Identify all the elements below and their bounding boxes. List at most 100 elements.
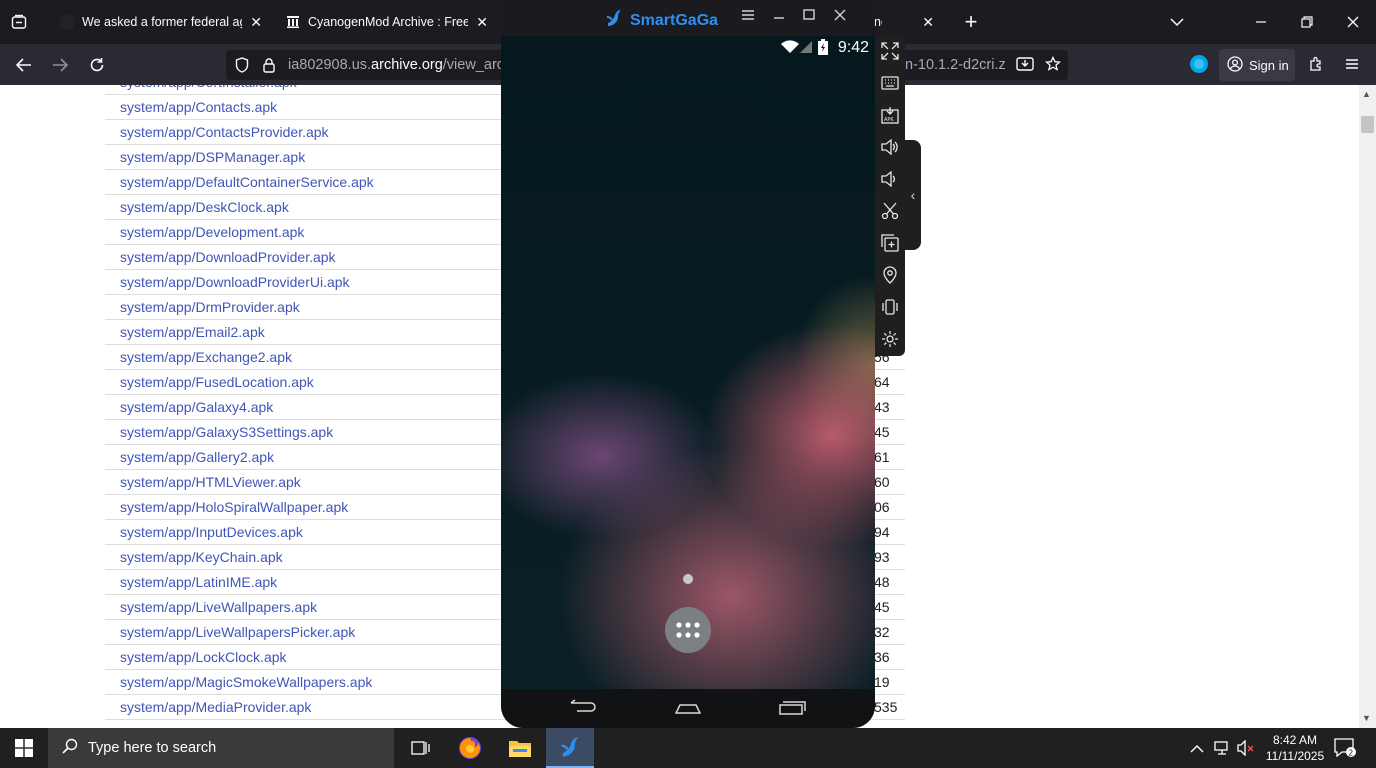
extensions-icon[interactable] — [1301, 49, 1331, 79]
bookmark-star-icon[interactable] — [1038, 49, 1068, 79]
restore-window-icon[interactable] — [1292, 7, 1322, 37]
windows-start-button[interactable] — [0, 728, 48, 768]
android-home-icon[interactable] — [674, 699, 702, 717]
scrollbar-thumb[interactable] — [1361, 116, 1374, 133]
tab-news-article[interactable]: We asked a former federal agen ✕ — [50, 4, 272, 40]
android-back-icon[interactable] — [569, 699, 597, 717]
fullscreen-icon[interactable] — [879, 40, 901, 62]
close-tab-icon[interactable]: ✕ — [476, 14, 488, 31]
android-recent-apps-icon[interactable] — [778, 699, 806, 717]
smartgaga-taskbar-icon[interactable] — [546, 728, 594, 768]
emulator-maximize-icon[interactable] — [803, 8, 815, 25]
lock-icon[interactable] — [254, 50, 284, 80]
volume-up-icon[interactable] — [879, 136, 901, 158]
minimize-window-icon[interactable] — [1246, 7, 1276, 37]
file-link[interactable]: system/app/InputDevices.apk — [120, 524, 303, 540]
save-to-pocket-icon[interactable] — [1010, 49, 1040, 79]
file-link[interactable]: system/app/LockClock.apk — [120, 649, 287, 665]
emulator-menu-icon[interactable] — [741, 8, 755, 25]
file-link[interactable]: system/app/DSPManager.apk — [120, 149, 305, 165]
file-link[interactable]: system/app/DownloadProvider.apk — [120, 249, 336, 265]
file-link[interactable]: system/app/HTMLViewer.apk — [120, 474, 301, 490]
close-tab-icon[interactable]: ✕ — [250, 14, 262, 31]
tab-third[interactable]: no ✕ — [864, 4, 944, 40]
sign-in-button[interactable]: Sign in — [1219, 49, 1295, 81]
emulator-side-toolbar: APK — [875, 36, 905, 356]
app-drawer-button[interactable] — [665, 607, 711, 653]
keyboard-icon[interactable] — [879, 72, 901, 94]
file-size: 32 — [874, 624, 890, 640]
account-avatar-icon[interactable] — [1184, 49, 1214, 79]
list-all-tabs-icon[interactable] — [1162, 7, 1192, 37]
file-link[interactable]: system/app/DeskClock.apk — [120, 199, 289, 215]
firefox-taskbar-icon[interactable] — [446, 728, 494, 768]
volume-down-icon[interactable] — [879, 168, 901, 190]
android-clock: 9:42 — [837, 39, 869, 56]
location-icon[interactable] — [879, 264, 901, 286]
emulator-minimize-icon[interactable] — [773, 8, 785, 25]
taskbar-search-box[interactable]: Type here to search — [48, 728, 394, 768]
settings-icon[interactable] — [879, 328, 901, 350]
forward-arrow-icon[interactable] — [45, 50, 75, 80]
back-arrow-icon[interactable] — [9, 50, 39, 80]
user-icon — [1227, 55, 1243, 75]
close-window-icon[interactable] — [1338, 7, 1368, 37]
file-link[interactable]: system/app/Contacts.apk — [120, 99, 277, 115]
file-link[interactable]: system/app/DownloadProviderUi.apk — [120, 274, 350, 290]
file-link[interactable]: system/app/Gallery2.apk — [120, 449, 274, 465]
network-icon[interactable] — [1213, 740, 1231, 761]
file-link[interactable]: system/app/Galaxy4.apk — [120, 399, 273, 415]
file-link[interactable]: system/app/Email2.apk — [120, 324, 265, 340]
file-link[interactable]: system/app/FusedLocation.apk — [120, 374, 314, 390]
emulator-titlebar[interactable]: SmartGaGa — [501, 0, 875, 36]
file-link[interactable]: system/app/GalaxyS3Settings.apk — [120, 424, 333, 440]
tab-overview-icon[interactable] — [4, 7, 34, 37]
scroll-up-icon[interactable]: ▲ — [1362, 89, 1371, 99]
reload-icon[interactable] — [82, 50, 112, 80]
apk-install-icon[interactable]: APK — [879, 104, 901, 126]
url-tail[interactable]: n-10.1.2-d2cri.zip — [905, 57, 1005, 73]
taskbar-date: 11/11/2025 — [1265, 749, 1325, 763]
notifications-icon[interactable]: 2 — [1334, 738, 1356, 763]
file-size: 60 — [874, 474, 890, 490]
file-link[interactable]: system/app/HoloSpiralWallpaper.apk — [120, 499, 348, 515]
url-text[interactable]: ia802908.us.archive.org/view_archiv — [288, 57, 523, 73]
task-view-icon[interactable] — [396, 728, 444, 768]
svg-text:APK: APK — [884, 117, 894, 123]
file-link[interactable]: system/app/ContactsProvider.apk — [120, 124, 329, 140]
file-link[interactable]: system/app/LatinIME.apk — [120, 574, 277, 590]
show-hidden-icons-chevron-icon[interactable] — [1190, 741, 1204, 759]
multi-instance-icon[interactable] — [879, 232, 901, 254]
page-scrollbar[interactable]: ▲ ▼ — [1359, 85, 1376, 728]
home-page-indicator — [683, 574, 693, 584]
file-link[interactable]: system/app/DefaultContainerService.apk — [120, 174, 374, 190]
file-link[interactable]: system/app/LiveWallpapersPicker.apk — [120, 624, 355, 640]
volume-muted-icon[interactable] — [1237, 739, 1255, 761]
emulator-close-icon[interactable] — [834, 8, 846, 25]
file-link[interactable]: system/app/Exchange2.apk — [120, 349, 292, 365]
file-link[interactable]: system/app/LiveWallpapers.apk — [120, 599, 317, 615]
screenshot-scissors-icon[interactable] — [879, 200, 901, 222]
file-explorer-taskbar-icon[interactable] — [496, 728, 544, 768]
tab-cyanogenmod-archive[interactable]: CyanogenMod Archive : Free Do ✕ — [276, 4, 498, 40]
file-link[interactable]: system/app/DrmProvider.apk — [120, 299, 300, 315]
close-tab-icon[interactable]: ✕ — [922, 14, 934, 31]
file-size: 36 — [874, 649, 890, 665]
shake-icon[interactable] — [879, 296, 901, 318]
shield-icon[interactable] — [227, 50, 257, 80]
cell-signal-icon — [799, 40, 813, 59]
android-home-screen[interactable] — [501, 36, 875, 689]
file-link[interactable]: system/app/Development.apk — [120, 224, 304, 240]
taskbar-clock[interactable]: 8:42 AM 11/11/2025 — [1264, 732, 1326, 764]
new-tab-button[interactable]: + — [956, 7, 986, 37]
file-link[interactable]: system/app/KeyChain.apk — [120, 549, 283, 565]
toolbar-collapse-chevron-icon[interactable]: ‹ — [905, 140, 921, 250]
scroll-down-icon[interactable]: ▼ — [1362, 713, 1371, 723]
file-link[interactable]: system/app/MediaProvider.apk — [120, 699, 311, 715]
file-size: 45 — [874, 599, 890, 615]
file-link[interactable]: system/app/MagicSmokeWallpapers.apk — [120, 674, 372, 690]
url-host-prefix: ia802908.us. — [288, 57, 372, 73]
file-link[interactable]: system/app/CertInstaller.apk — [120, 85, 297, 90]
hamburger-menu-icon[interactable] — [1337, 49, 1367, 79]
svg-text:2: 2 — [1348, 749, 1353, 758]
